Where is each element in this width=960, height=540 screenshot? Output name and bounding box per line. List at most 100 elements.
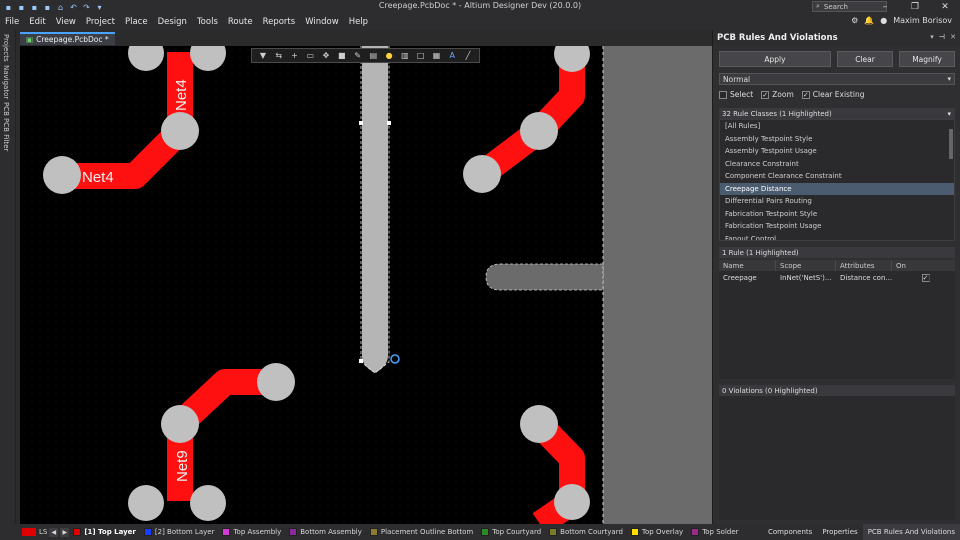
menu-edit[interactable]: Edit [24, 17, 50, 27]
select-checkbox[interactable]: Select [719, 90, 753, 99]
layer-tab-top-courtyard[interactable]: Top Courtyard [477, 528, 545, 536]
open-icon[interactable]: ▪ [30, 3, 39, 12]
bulb-icon[interactable]: ● [384, 51, 394, 61]
list-item[interactable]: Component Clearance Constraint [720, 170, 954, 183]
layer-swatch [481, 528, 490, 536]
rect-icon[interactable]: □ [416, 51, 426, 61]
tab-pcb[interactable]: PCB [2, 102, 10, 116]
list-item[interactable]: Assembly Testpoint Usage [720, 145, 954, 158]
layer-tab-placement-outline-bottom[interactable]: Placement Outline Bottom [366, 528, 477, 536]
user-name[interactable]: Maxim Borisov [893, 16, 952, 25]
tab-navigator[interactable]: Navigator [2, 65, 10, 99]
horizontal-slot[interactable] [485, 263, 604, 291]
rules-header: 1 Rule (1 Highlighted) [719, 247, 955, 258]
move-icon[interactable]: ✥ [321, 51, 331, 61]
table-row[interactable]: Creepage InNet('NetS')... Distance con..… [719, 272, 955, 284]
list-item[interactable]: Clearance Constraint [720, 158, 954, 171]
column-scope[interactable]: Scope [776, 260, 836, 271]
menu-file[interactable]: File [0, 17, 24, 27]
dropdown-icon[interactable]: ▾ [95, 3, 104, 12]
pcb-doc-icon: ▣ [26, 35, 34, 44]
list-item[interactable]: Fanout Control [720, 233, 954, 240]
column-attributes[interactable]: Attributes [836, 260, 892, 271]
menu-help[interactable]: Help [344, 17, 373, 27]
zoom-checkbox[interactable]: ✓ Zoom [761, 90, 794, 99]
tab-properties[interactable]: Properties [817, 524, 862, 540]
fill-icon[interactable]: ■ [337, 51, 347, 61]
check-icon: ✓ [801, 90, 810, 99]
magnify-button[interactable]: Magnify [899, 51, 955, 67]
menu-place[interactable]: Place [120, 17, 153, 27]
menu-route[interactable]: Route [223, 17, 258, 27]
menu-project[interactable]: Project [81, 17, 120, 27]
minimize-button[interactable]: – [870, 0, 900, 14]
layer-tab-bottom-assembly[interactable]: Bottom Assembly [285, 528, 366, 536]
route-icon[interactable]: ⇆ [274, 51, 284, 61]
list-item[interactable]: Assembly Testpoint Style [720, 133, 954, 146]
tab-pcb-filter[interactable]: PCB Filter [2, 118, 10, 151]
column-name[interactable]: Name [719, 260, 776, 271]
list-item[interactable]: [All Rules] [720, 120, 954, 133]
layer-swatch [289, 528, 298, 536]
mode-select[interactable]: Normal ▾ [719, 73, 955, 85]
list-item-selected[interactable]: Creepage Distance [720, 182, 954, 195]
rule-classes-header[interactable]: 32 Rule Classes (1 Highlighted) ▾ [719, 108, 955, 119]
restore-button[interactable]: ❐ [900, 0, 930, 14]
tab-components[interactable]: Components [763, 524, 817, 540]
menu-view[interactable]: View [51, 17, 81, 27]
menu-window[interactable]: Window [300, 17, 344, 27]
tab-projects[interactable]: Projects [2, 34, 10, 62]
home-icon[interactable]: ⌂ [56, 3, 65, 12]
violations-header: 0 Violations (0 Highlighted) [719, 385, 955, 396]
list-item[interactable]: Fabrication Testpoint Usage [720, 220, 954, 233]
title-bar: ▪ ▪ ▪ ▪ ⌂ ↶ ↷ ▾ Creepage.PcbDoc * - Alti… [0, 0, 960, 14]
add-icon[interactable]: + [289, 51, 299, 61]
layer-tab-top-overlay[interactable]: Top Overlay [627, 528, 687, 536]
panel-menu-icon[interactable]: ▾ [930, 33, 934, 41]
layer-tab-bottom-layer[interactable]: [2] Bottom Layer [140, 528, 219, 536]
redo-icon[interactable]: ↷ [82, 3, 91, 12]
rule-on-checkbox[interactable]: ✓ [892, 272, 955, 284]
doc-tab-creepage[interactable]: ▣ Creepage.PcbDoc * [20, 32, 115, 45]
clear-existing-checkbox[interactable]: ✓ Clear Existing [801, 90, 864, 99]
apply-button[interactable]: Apply [719, 51, 831, 67]
pen-icon[interactable]: ✎ [353, 51, 363, 61]
bell-icon[interactable]: 🔔 [864, 16, 874, 25]
layer-tab-top-solder[interactable]: Top Solder [687, 528, 742, 536]
filter-icon[interactable]: ▼ [258, 51, 268, 61]
text-icon[interactable]: A [447, 51, 457, 61]
prev-layer-icon[interactable]: ◀ [49, 527, 59, 537]
gear-icon[interactable]: ⚙ [851, 16, 858, 25]
tab-pcb-rules-violations[interactable]: PCB Rules And Violations [862, 524, 960, 540]
panel-close-icon[interactable]: ✕ [950, 33, 956, 41]
menu-tools[interactable]: Tools [192, 17, 223, 27]
menu-reports[interactable]: Reports [258, 17, 301, 27]
layer-tab-top-assembly[interactable]: Top Assembly [218, 528, 285, 536]
list-item[interactable]: Fabrication Testpoint Style [720, 208, 954, 221]
close-button[interactable]: ✕ [930, 0, 960, 14]
scrollbar[interactable] [949, 129, 953, 159]
layer-tab-top-layer[interactable]: [1] Top Layer [69, 528, 140, 536]
column-on[interactable]: On [892, 260, 955, 271]
list-item[interactable]: Differential Pairs Routing [720, 195, 954, 208]
open-project-icon[interactable]: ▪ [43, 3, 52, 12]
undo-icon[interactable]: ↶ [69, 3, 78, 12]
board-outline-region [603, 46, 712, 524]
chart-icon[interactable]: ▥ [400, 51, 410, 61]
save-all-icon[interactable]: ▪ [17, 3, 26, 12]
next-layer-icon[interactable]: ▶ [60, 527, 70, 537]
layer-tab-bottom-courtyard[interactable]: Bottom Courtyard [545, 528, 627, 536]
layer-swatch [369, 528, 378, 536]
layer-set[interactable]: LS [0, 528, 47, 536]
menu-design[interactable]: Design [153, 17, 192, 27]
component-icon[interactable]: ▤ [368, 51, 378, 61]
line-icon[interactable]: ╱ [463, 51, 473, 61]
bars-icon[interactable]: ▦ [431, 51, 441, 61]
pin-icon[interactable]: ⊣ [939, 33, 945, 41]
active-bar-toolbar: ▼ ⇆ + ▭ ✥ ■ ✎ ▤ ● ▥ □ ▦ A ╱ [251, 48, 480, 63]
user-icon: ● [880, 16, 888, 25]
pcb-canvas[interactable]: Net4 Net4 Net9 [20, 46, 712, 524]
save-icon[interactable]: ▪ [4, 3, 13, 12]
select-rect-icon[interactable]: ▭ [305, 51, 315, 61]
clear-button[interactable]: Clear [837, 51, 893, 67]
